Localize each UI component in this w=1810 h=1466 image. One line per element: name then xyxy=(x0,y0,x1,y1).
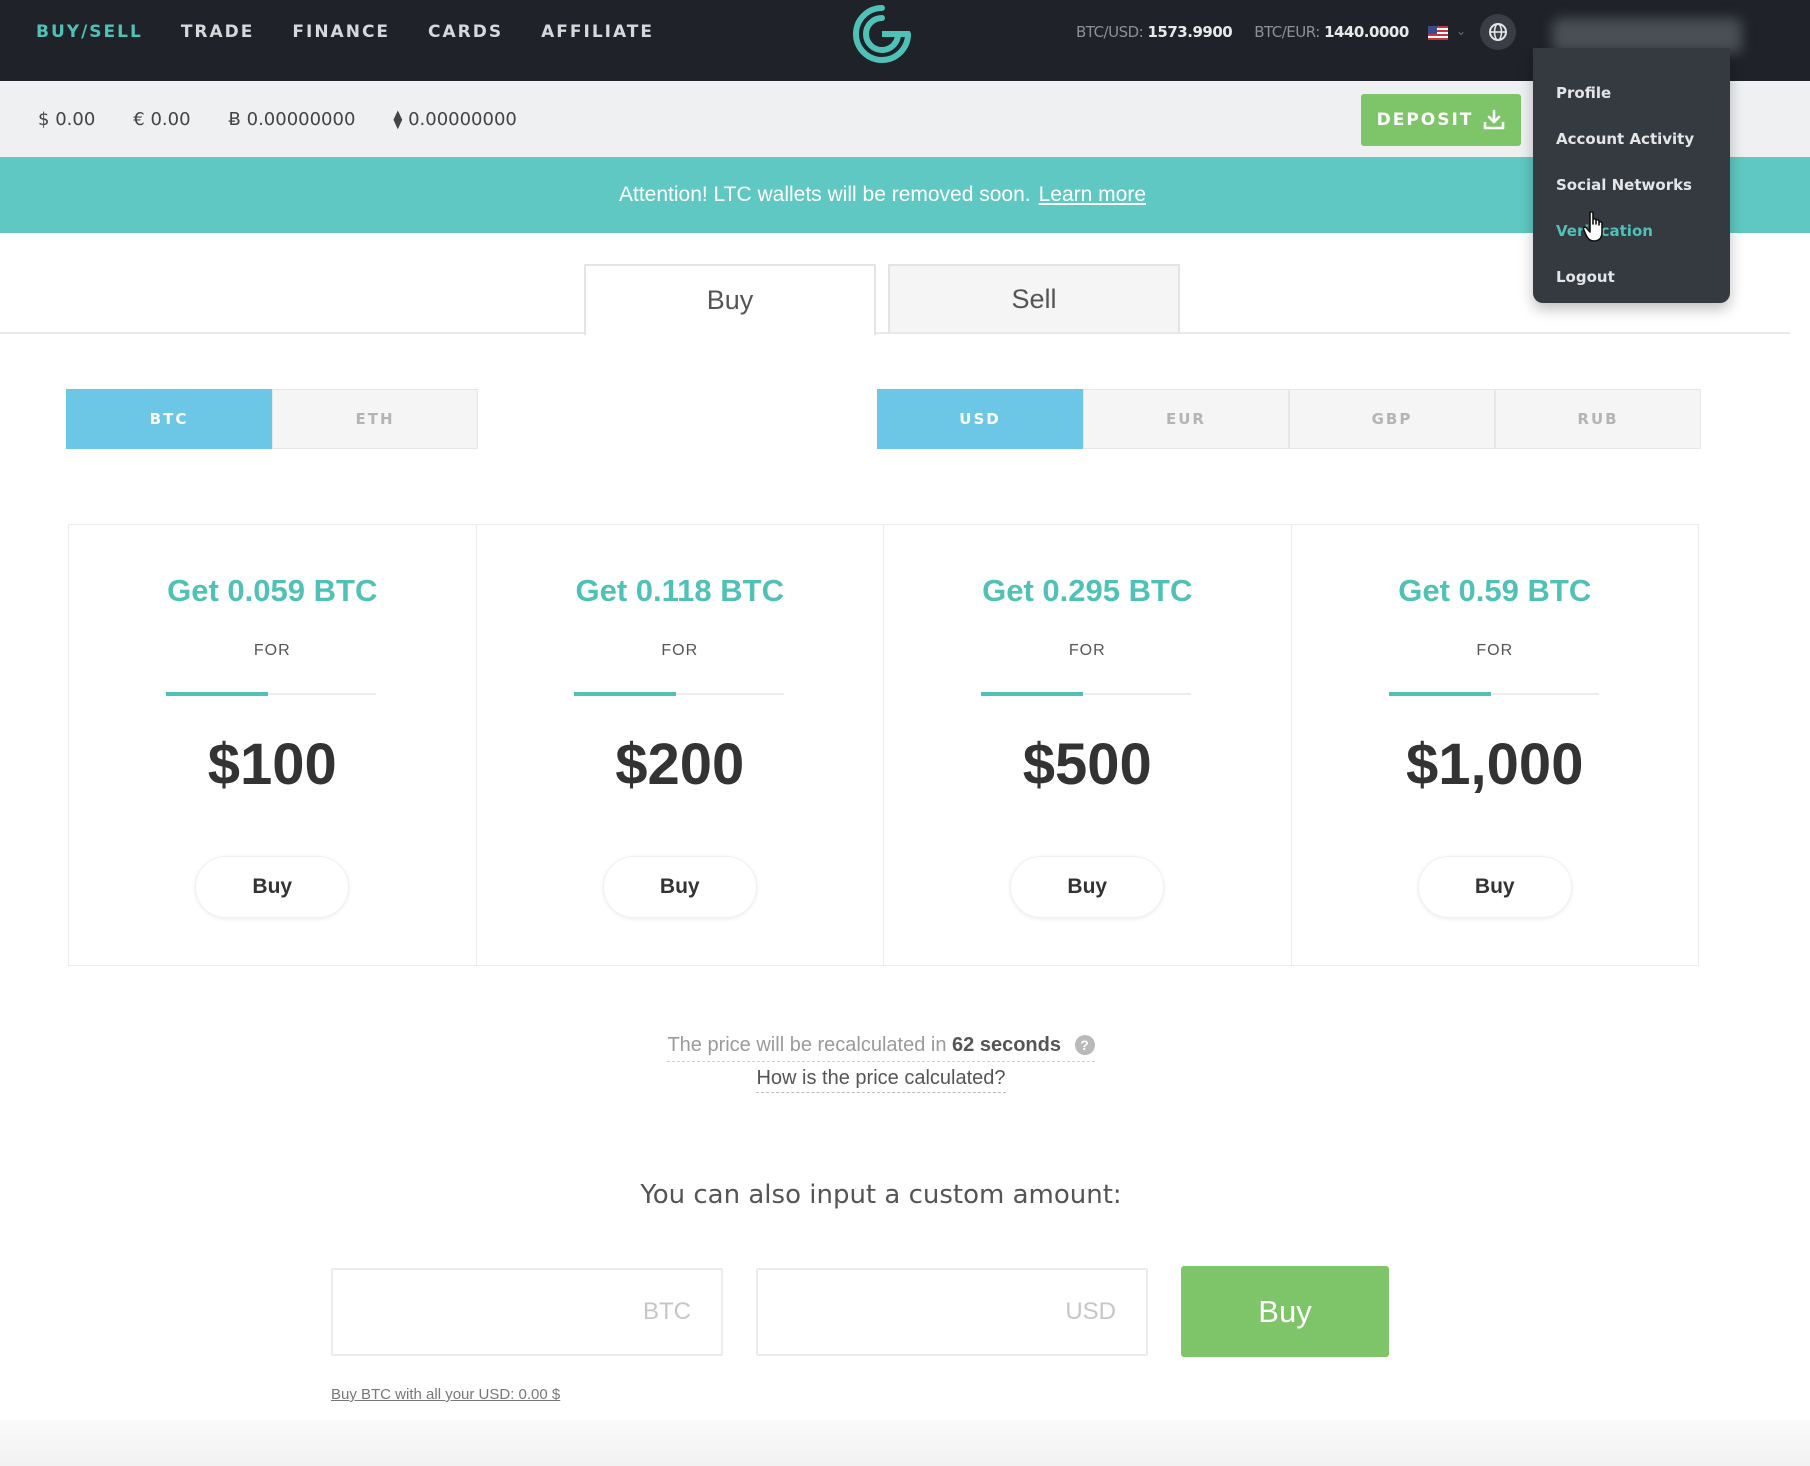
usd-amount-input[interactable] xyxy=(756,1268,1148,1356)
package-for-label: FOR xyxy=(1476,642,1514,659)
fiat-option-rub[interactable]: RUB xyxy=(1495,389,1701,449)
custom-buy-button[interactable]: Buy xyxy=(1181,1266,1389,1357)
help-icon[interactable]: ? xyxy=(1074,1035,1095,1055)
how-price-calculated-link[interactable]: How is the price calculated? xyxy=(756,1067,1006,1093)
menu-item-logout[interactable]: Logout xyxy=(1533,254,1730,300)
balance-btc: Ƀ 0.00000000 xyxy=(228,108,356,130)
recalc-countdown: 62 seconds xyxy=(952,1034,1061,1056)
main-nav: BUY/SELL TRADE FINANCE CARDS AFFILIATE xyxy=(36,0,692,64)
package-title: Get 0.118 BTC xyxy=(575,573,784,608)
user-dropdown-menu: Profile Account Activity Social Networks… xyxy=(1533,48,1730,303)
nav-finance[interactable]: FINANCE xyxy=(292,22,390,42)
exchange-rates: BTC/USD: 1573.9900 BTC/EUR: 1440.0000 xyxy=(1076,0,1431,64)
package-price: $500 xyxy=(1022,732,1152,797)
package-title: Get 0.059 BTC xyxy=(167,573,378,608)
package-divider xyxy=(573,692,784,696)
globe-icon xyxy=(1489,23,1507,41)
rate-btc-usd: BTC/USD: 1573.9900 xyxy=(1076,23,1233,41)
fiat-option-eur[interactable]: EUR xyxy=(1083,389,1289,449)
package-buy-button[interactable]: Buy xyxy=(1010,856,1165,918)
nav-buy-sell[interactable]: BUY/SELL xyxy=(36,22,143,42)
rate-btc-eur: BTC/EUR: 1440.0000 xyxy=(1254,23,1409,41)
balance-eur: € 0.00 xyxy=(133,108,191,130)
footer-strip xyxy=(0,1420,1810,1466)
crypto-option-eth[interactable]: ETH xyxy=(272,389,478,449)
us-flag-icon[interactable] xyxy=(1428,26,1448,40)
custom-amount-title: You can also input a custom amount: xyxy=(640,1180,1122,1210)
menu-item-verification[interactable]: Verification xyxy=(1533,208,1730,254)
package-for-label: FOR xyxy=(1068,642,1106,659)
tab-sell[interactable]: Sell xyxy=(888,264,1180,334)
package-price: $1,000 xyxy=(1406,732,1584,797)
package-divider xyxy=(1388,692,1599,696)
buy-all-link[interactable]: Buy BTC with all your USD: 0.00 $ xyxy=(331,1386,560,1403)
tab-buy[interactable]: Buy xyxy=(584,264,876,335)
deposit-button[interactable]: DEPOSIT xyxy=(1361,94,1521,146)
download-icon xyxy=(1484,109,1505,130)
package-card: Get 0.118 BTC FOR $200 Buy xyxy=(477,525,884,965)
package-for-label: FOR xyxy=(661,642,699,659)
package-price: $100 xyxy=(207,732,337,797)
banner-text: Attention! LTC wallets will be removed s… xyxy=(618,183,1031,206)
package-buy-button[interactable]: Buy xyxy=(602,856,757,918)
menu-item-profile[interactable]: Profile xyxy=(1533,70,1730,116)
balances-list: $ 0.00 € 0.00 Ƀ 0.00000000 ⧫ 0.00000000 xyxy=(38,81,555,157)
package-for-label: FOR xyxy=(253,642,291,659)
package-divider xyxy=(981,692,1191,696)
btc-amount-input[interactable] xyxy=(331,1268,723,1356)
package-card: Get 0.59 BTC FOR $1,000 Buy xyxy=(1292,525,1699,965)
package-buy-button[interactable]: Buy xyxy=(1417,856,1572,918)
package-card: Get 0.295 BTC FOR $500 Buy xyxy=(884,525,1292,965)
package-price: $200 xyxy=(615,732,745,797)
price-calculation-link-wrap: How is the price calculated? xyxy=(0,1067,1762,1093)
nav-affiliate[interactable]: AFFILIATE xyxy=(541,22,654,42)
balance-eth: ⧫ 0.00000000 xyxy=(393,108,517,130)
buy-packages: Get 0.059 BTC FOR $100 Buy Get 0.118 BTC… xyxy=(68,524,1699,966)
recalc-notice: The price will be recalculated in 62 sec… xyxy=(0,1034,1762,1062)
globe-button[interactable] xyxy=(1480,14,1516,50)
chevron-down-icon[interactable]: ⌄ xyxy=(1456,24,1466,38)
package-title: Get 0.295 BTC xyxy=(982,573,1193,608)
crypto-option-btc[interactable]: BTC xyxy=(66,389,272,449)
menu-item-account-activity[interactable]: Account Activity xyxy=(1533,116,1730,162)
package-title: Get 0.59 BTC xyxy=(1398,573,1592,608)
package-buy-button[interactable]: Buy xyxy=(195,856,350,918)
package-divider xyxy=(166,692,376,696)
learn-more-link[interactable]: Learn more xyxy=(1039,183,1146,207)
package-card: Get 0.059 BTC FOR $100 Buy xyxy=(69,525,477,965)
hand-cursor-icon xyxy=(1582,211,1603,242)
fiat-option-gbp[interactable]: GBP xyxy=(1289,389,1495,449)
balance-usd: $ 0.00 xyxy=(38,108,96,130)
fiat-option-usd[interactable]: USD xyxy=(877,389,1083,449)
nav-trade[interactable]: TRADE xyxy=(181,22,255,42)
nav-cards[interactable]: CARDS xyxy=(428,22,503,42)
cex-logo-icon[interactable] xyxy=(852,4,912,64)
menu-item-social-networks[interactable]: Social Networks xyxy=(1533,162,1730,208)
